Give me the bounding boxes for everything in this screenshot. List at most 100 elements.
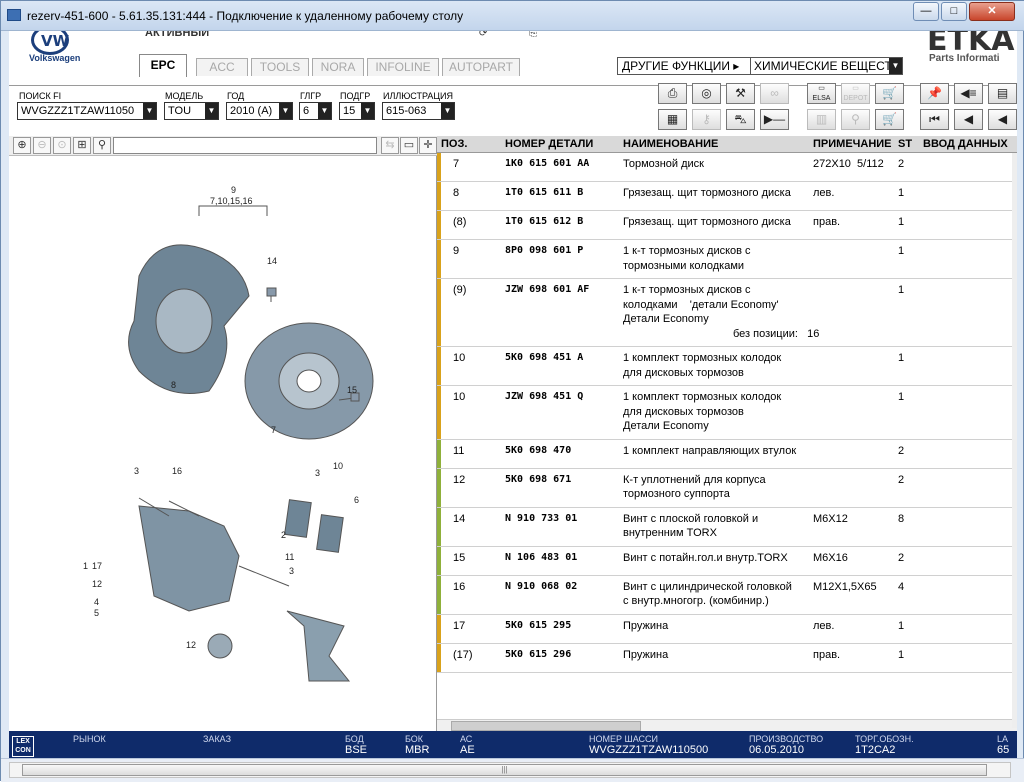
pin-button[interactable]: 📌 [920,83,949,104]
tab-acc[interactable]: ACC [196,58,248,76]
table-row[interactable]: 17 5K0 615 295 Пружина лев. 1 [437,614,1017,644]
zoom-out-button[interactable]: ⊖ [33,137,51,154]
year-select[interactable]: 2010 (A) ▼ [226,102,293,120]
cell-part-number[interactable]: 1T0 615 612 B [505,215,583,230]
table-row[interactable]: 10 5K0 698 451 A 1 комплект тормозных коло… [437,347,1017,386]
diagram-label[interactable]: 9 [231,185,236,195]
table-row[interactable]: 16 N 910 068 02 Винт с цилиндрической голо… [437,575,1017,615]
grid-vscrollbar[interactable] [1012,153,1017,728]
diagram-label[interactable]: 3 [315,468,320,478]
play-line-button[interactable]: ▶— [760,109,789,130]
diagram-label[interactable]: 11 [285,552,294,562]
tab-tools[interactable]: TOOLS [251,58,309,76]
main-group-select[interactable]: 6 ▼ [299,102,332,120]
cd-button[interactable]: ◎ [692,83,721,104]
diagram-label[interactable]: 12 [186,640,196,650]
table-row[interactable]: 15 N 106 483 01 Винт с потайн.гол.и внутр.… [437,546,1017,576]
col-num-header[interactable]: НОМЕР ДЕТАЛИ [505,138,593,150]
cart-arrow-button[interactable]: 🛒 [875,83,904,104]
cell-part-number[interactable]: JZW 698 601 AF [505,283,589,298]
bag-button[interactable]: ⚲ [841,109,870,130]
diagram-label[interactable]: 6 [354,495,359,505]
cell-part-number[interactable]: 5K0 698 451 A [505,351,583,366]
cell-part-number[interactable]: 5K0 698 671 [505,473,571,488]
car-lift-button[interactable]: ⛍ [726,109,755,130]
table-row[interactable]: 10 JZW 698 451 Q 1 комплект тормозных коло… [437,386,1017,440]
key-button[interactable]: ⚷ [692,109,721,130]
table-row[interactable]: (8) 1T0 615 612 B Грязезащ. щит тормозного… [437,211,1017,240]
cell-part-number[interactable]: 5K0 698 470 [505,444,571,459]
depot-button[interactable]: ▭ DEPOT [841,83,870,104]
diagram-label[interactable]: 3 [134,466,139,476]
minimize-button[interactable]: — [913,2,939,21]
col-input-header[interactable]: ВВОД ДАННЫХ [923,138,1008,150]
table-button[interactable]: ▦ [658,109,687,130]
diagram-label[interactable]: 17 [92,561,102,571]
first-button[interactable]: ⏮ [920,109,949,130]
col-note-header[interactable]: ПРИМЕЧАНИЕ [813,138,892,150]
diagram-label[interactable]: 4 [94,597,99,607]
diagram-label[interactable]: 15 [347,385,357,395]
chemicals-select[interactable]: ХИМИЧЕСКИЕ ВЕЩЕСТВ ▼ [750,57,903,75]
col-name-header[interactable]: НАИМЕНОВАНИЕ [623,138,718,150]
zoom-in-button[interactable]: ⊕ [13,137,31,154]
magnifier-button[interactable]: ⚲ [93,137,111,154]
rdp-hscroll-thumb[interactable]: ||| [22,764,987,776]
zoom-area-button[interactable]: ⊞ [73,137,91,154]
diagram-label[interactable]: 8 [171,380,176,390]
cell-part-number[interactable]: N 910 733 01 [505,512,577,527]
tab-epc[interactable]: EPC [139,54,187,77]
cell-part-number[interactable]: 5K0 615 296 [505,648,571,663]
diagram-label[interactable]: 1 [83,561,88,571]
table-row[interactable]: 12 5K0 698 671 К-т уплотнений для корпуса т… [437,468,1017,508]
car-tools-button[interactable]: ⚒ [726,83,755,104]
doc-stack-button[interactable]: ▥ [807,109,836,130]
cart-button[interactable]: 🛒 [875,109,904,130]
elsa-button[interactable]: ▭ ELSA [807,83,836,104]
cell-part-number[interactable]: 1T0 615 611 B [505,186,583,201]
cell-part-number[interactable]: N 910 068 02 [505,580,577,595]
tab-nora[interactable]: NORA [312,58,364,76]
table-row[interactable]: 9 8P0 098 601 P 1 к-т тормозных дисков с то… [437,240,1017,279]
cell-part-number[interactable]: JZW 698 451 Q [505,390,583,405]
maximize-button[interactable]: □ [941,2,967,21]
zoom-fit-button[interactable]: ⊙ [53,137,71,154]
search-fi-select[interactable]: WVGZZZ1TZAW11050 ▼ [17,102,157,120]
diagram-label[interactable]: 7 [271,425,276,435]
title-bar[interactable]: rezerv-451-600 - 5.61.35.131:444 - Подкл… [1,1,1024,31]
illustration-select[interactable]: 615-063 ▼ [382,102,455,120]
diagram-label[interactable]: 16 [172,466,182,476]
diagram-label[interactable]: 2 [281,530,286,540]
cell-part-number[interactable]: 1K0 615 601 AA [505,157,589,172]
cell-part-number[interactable]: 8P0 098 601 P [505,244,583,259]
print-button[interactable]: ⎙ [658,83,687,104]
diagram-label[interactable]: 5 [94,608,99,618]
viewer-search-field[interactable] [113,137,377,154]
diagram-label[interactable]: 14 [267,256,277,266]
window-button[interactable]: ▭ [400,137,418,154]
rdp-hscrollbar[interactable]: ||| [9,762,1011,778]
prev-button[interactable]: ◀ [954,109,983,130]
doc-button[interactable]: ▤ [988,83,1017,104]
sub-group-select[interactable]: 15 ▼ [339,102,375,120]
col-pos-header[interactable]: ПОЗ. [441,138,467,150]
back-button[interactable]: ◀ [988,109,1017,130]
cell-part-number[interactable]: N 106 483 01 [505,551,577,566]
table-row[interactable]: (17) 5K0 615 296 Пружина прав. 1 [437,643,1017,673]
grid-hscroll-thumb[interactable] [451,721,641,731]
diagram-label[interactable]: 10 [333,461,343,471]
cell-part-number[interactable]: 5K0 615 295 [505,619,571,634]
flip-button[interactable]: ⇆ [381,137,399,154]
brake-diagram[interactable]: 9 7,10,15,16 14 8 15 7 3 16 10 3 6 1 2 1… [9,156,437,736]
col-st-header[interactable]: ST [898,138,912,150]
handshake-button[interactable]: ∞ [760,83,789,104]
diagram-label[interactable]: 3 [289,566,294,576]
table-row[interactable]: 8 1T0 615 611 B Грязезащ. щит тормозного д… [437,182,1017,211]
close-button[interactable]: ✕ [969,2,1015,21]
model-select[interactable]: TOU ▼ [164,102,219,120]
table-row[interactable]: (9) JZW 698 601 AF 1 к-т тормозных дисков … [437,279,1017,347]
diagram-label[interactable]: 7,10,15,16 [210,196,253,206]
diagram-label[interactable]: 12 [92,579,102,589]
table-row[interactable]: 11 5K0 698 470 1 комплект направляющих вту… [437,439,1017,469]
table-row[interactable]: 7 1K0 615 601 AA Тормозной диск 272X10 5/11… [437,153,1017,182]
